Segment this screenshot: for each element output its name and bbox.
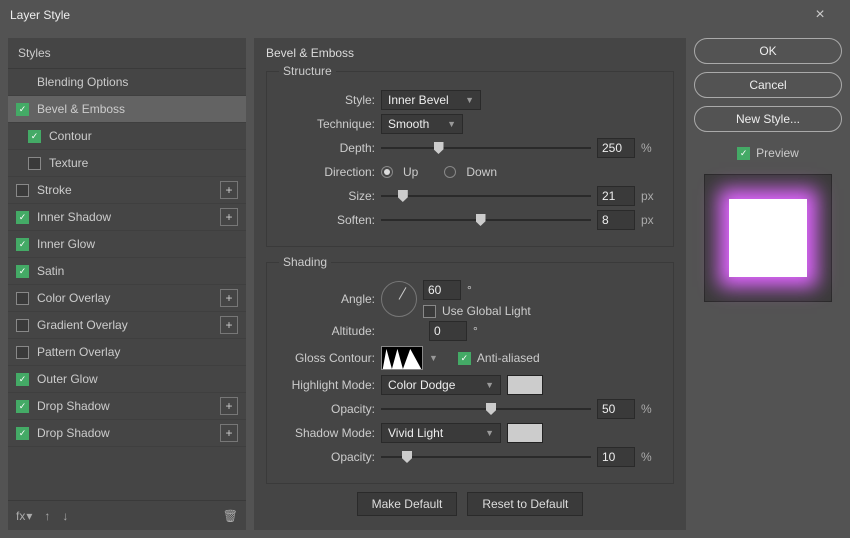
- styles-panel: Styles Blending Options Bevel & Emboss Con…: [8, 38, 246, 530]
- style-item-drop-shadow[interactable]: Drop Shadow+: [8, 393, 246, 420]
- shadow-color-swatch[interactable]: [507, 423, 543, 443]
- style-item-label: Blending Options: [37, 75, 238, 89]
- technique-dropdown[interactable]: Smooth▼: [381, 114, 463, 134]
- style-checkbox[interactable]: [28, 157, 41, 170]
- style-item-label: Drop Shadow: [37, 426, 220, 440]
- angle-dial[interactable]: [381, 281, 417, 317]
- close-icon[interactable]: ×: [800, 6, 840, 24]
- soften-slider[interactable]: [381, 211, 591, 229]
- style-item-inner-shadow[interactable]: Inner Shadow+: [8, 204, 246, 231]
- style-item-outer-glow[interactable]: Outer Glow: [8, 366, 246, 393]
- add-instance-icon[interactable]: +: [220, 208, 238, 226]
- style-checkbox[interactable]: [16, 265, 29, 278]
- anti-aliased-checkbox[interactable]: [458, 352, 471, 365]
- style-item-blending-options[interactable]: Blending Options: [8, 69, 246, 96]
- styles-footer: fx ▾ ↑ ↓ 🗑: [8, 500, 246, 530]
- style-checkbox[interactable]: [16, 211, 29, 224]
- make-default-button[interactable]: Make Default: [357, 492, 458, 516]
- style-item-label: Drop Shadow: [37, 399, 220, 413]
- global-light-checkbox[interactable]: [423, 305, 436, 318]
- style-item-label: Inner Shadow: [37, 210, 220, 224]
- shadow-mode-dropdown[interactable]: Vivid Light▼: [381, 423, 501, 443]
- direction-down-radio[interactable]: [444, 166, 456, 178]
- arrow-up-icon[interactable]: ↑: [44, 509, 50, 523]
- highlight-color-swatch[interactable]: [507, 375, 543, 395]
- style-item-color-overlay[interactable]: Color Overlay+: [8, 285, 246, 312]
- style-item-label: Texture: [49, 156, 238, 170]
- style-item-pattern-overlay[interactable]: Pattern Overlay: [8, 339, 246, 366]
- style-item-satin[interactable]: Satin: [8, 258, 246, 285]
- preview-checkbox[interactable]: [737, 147, 750, 160]
- gloss-contour-picker[interactable]: [381, 346, 423, 370]
- style-checkbox[interactable]: [28, 130, 41, 143]
- size-input[interactable]: 21: [597, 186, 635, 206]
- style-item-inner-glow[interactable]: Inner Glow: [8, 231, 246, 258]
- preview-thumbnail: [704, 174, 832, 302]
- highlight-opacity-slider[interactable]: [381, 400, 591, 418]
- effect-settings: Bevel & Emboss Structure Style: Inner Be…: [254, 38, 686, 530]
- style-label: Style:: [279, 93, 375, 107]
- style-item-gradient-overlay[interactable]: Gradient Overlay+: [8, 312, 246, 339]
- style-checkbox[interactable]: [16, 373, 29, 386]
- style-item-texture[interactable]: Texture: [8, 150, 246, 177]
- style-item-label: Contour: [49, 129, 238, 143]
- new-style-button[interactable]: New Style...: [694, 106, 842, 132]
- shading-group: Shading Angle: 60 ° Use Global Light Alt…: [266, 255, 674, 484]
- style-item-label: Inner Glow: [37, 237, 238, 251]
- chevron-down-icon: ▼: [485, 428, 494, 438]
- style-checkbox[interactable]: [16, 184, 29, 197]
- dialog-actions: OK Cancel New Style... Preview: [694, 38, 842, 530]
- style-item-stroke[interactable]: Stroke+: [8, 177, 246, 204]
- cancel-button[interactable]: Cancel: [694, 72, 842, 98]
- add-instance-icon[interactable]: +: [220, 397, 238, 415]
- highlight-opacity-input[interactable]: 50: [597, 399, 635, 419]
- style-item-label: Stroke: [37, 183, 220, 197]
- style-item-label: Color Overlay: [37, 291, 220, 305]
- shadow-opacity-slider[interactable]: [381, 448, 591, 466]
- add-instance-icon[interactable]: +: [220, 424, 238, 442]
- structure-group: Structure Style: Inner Bevel▼ Technique:…: [266, 64, 674, 247]
- style-checkbox[interactable]: [16, 400, 29, 413]
- trash-icon[interactable]: 🗑: [223, 509, 238, 523]
- angle-input[interactable]: 60: [423, 280, 461, 300]
- style-checkbox[interactable]: [16, 292, 29, 305]
- depth-slider[interactable]: [381, 139, 591, 157]
- style-checkbox[interactable]: [16, 427, 29, 440]
- reset-default-button[interactable]: Reset to Default: [467, 492, 583, 516]
- size-slider[interactable]: [381, 187, 591, 205]
- style-item-label: Gradient Overlay: [37, 318, 220, 332]
- altitude-input[interactable]: 0: [429, 321, 467, 341]
- chevron-down-icon: ▼: [485, 380, 494, 390]
- soften-input[interactable]: 8: [597, 210, 635, 230]
- add-instance-icon[interactable]: +: [220, 181, 238, 199]
- style-item-contour[interactable]: Contour: [8, 123, 246, 150]
- chevron-down-icon[interactable]: ▼: [429, 353, 438, 363]
- chevron-down-icon: ▼: [447, 119, 456, 129]
- style-checkbox[interactable]: [16, 238, 29, 251]
- style-item-label: Outer Glow: [37, 372, 238, 386]
- panel-heading: Bevel & Emboss: [266, 46, 674, 60]
- style-checkbox[interactable]: [16, 346, 29, 359]
- highlight-mode-dropdown[interactable]: Color Dodge▼: [381, 375, 501, 395]
- style-item-label: Bevel & Emboss: [37, 102, 238, 116]
- style-item-bevel-emboss[interactable]: Bevel & Emboss: [8, 96, 246, 123]
- titlebar: Layer Style ×: [0, 0, 850, 30]
- add-instance-icon[interactable]: +: [220, 316, 238, 334]
- arrow-down-icon[interactable]: ↓: [62, 509, 68, 523]
- ok-button[interactable]: OK: [694, 38, 842, 64]
- style-checkbox[interactable]: [16, 319, 29, 332]
- depth-input[interactable]: 250: [597, 138, 635, 158]
- style-item-label: Satin: [37, 264, 238, 278]
- style-item-drop-shadow[interactable]: Drop Shadow+: [8, 420, 246, 447]
- chevron-down-icon: ▼: [465, 95, 474, 105]
- style-checkbox[interactable]: [16, 103, 29, 116]
- direction-up-radio[interactable]: [381, 166, 393, 178]
- style-item-label: Pattern Overlay: [37, 345, 238, 359]
- fx-menu-icon[interactable]: fx ▾: [16, 509, 32, 523]
- window-title: Layer Style: [10, 8, 800, 22]
- shadow-opacity-input[interactable]: 10: [597, 447, 635, 467]
- styles-header[interactable]: Styles: [8, 38, 246, 69]
- add-instance-icon[interactable]: +: [220, 289, 238, 307]
- style-dropdown[interactable]: Inner Bevel▼: [381, 90, 481, 110]
